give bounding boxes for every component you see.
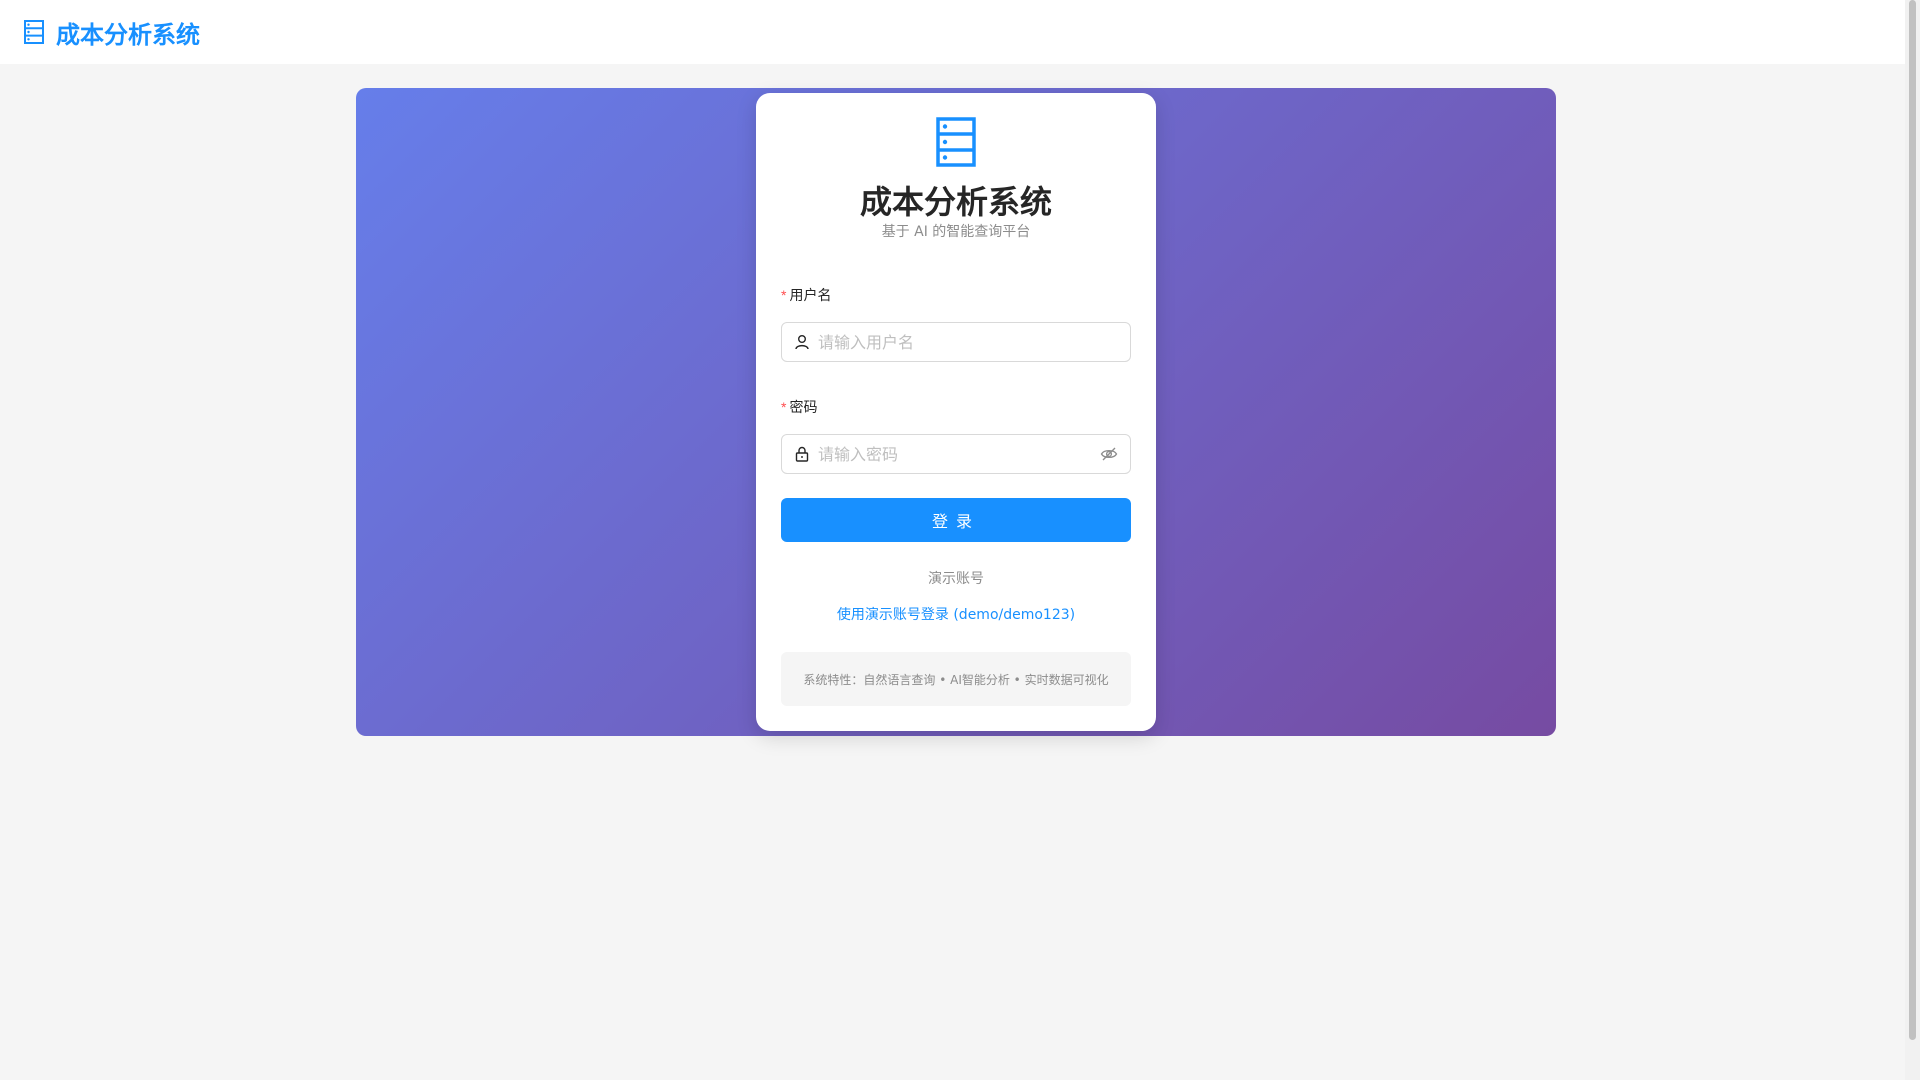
login-card: 成本分析系统 基于 AI 的智能查询平台 *用户名 *密码: [756, 93, 1156, 731]
database-icon: [24, 20, 44, 44]
required-mark: *: [781, 399, 787, 415]
top-header: 成本分析系统: [0, 0, 1905, 64]
username-field[interactable]: [781, 322, 1131, 362]
password-label: * 密码: [781, 397, 817, 417]
scrollbar-thumb[interactable]: [1909, 0, 1916, 1040]
login-title: 成本分析系统: [859, 183, 1052, 221]
demo-account-label: 演示账号: [928, 571, 984, 587]
username-label: * 用户名: [781, 285, 831, 305]
app-title: 成本分析系统: [56, 20, 200, 49]
required-mark: *: [781, 287, 787, 303]
password-input[interactable]: [818, 444, 1100, 464]
demo-login-link[interactable]: 使用演示账号登录 (demo/demo123): [756, 604, 1156, 624]
features-text: 系统特性：自然语言查询 • AI智能分析 • 实时数据可视化: [803, 672, 1109, 687]
password-label-text: 密码: [789, 400, 818, 416]
lock-icon: [794, 446, 810, 462]
features-box: 系统特性：自然语言查询 • AI智能分析 • 实时数据可视化: [781, 652, 1131, 706]
password-field[interactable]: [781, 434, 1131, 474]
login-subtitle: 基于 AI 的智能查询平台: [881, 224, 1031, 240]
login-button[interactable]: 登录: [781, 498, 1131, 542]
user-icon: [794, 334, 810, 350]
database-icon: [936, 117, 976, 171]
username-label-text: 用户名: [789, 288, 832, 304]
username-input[interactable]: [818, 332, 1118, 352]
vertical-scrollbar[interactable]: [1905, 0, 1920, 1080]
eye-invisible-icon[interactable]: [1100, 445, 1118, 463]
